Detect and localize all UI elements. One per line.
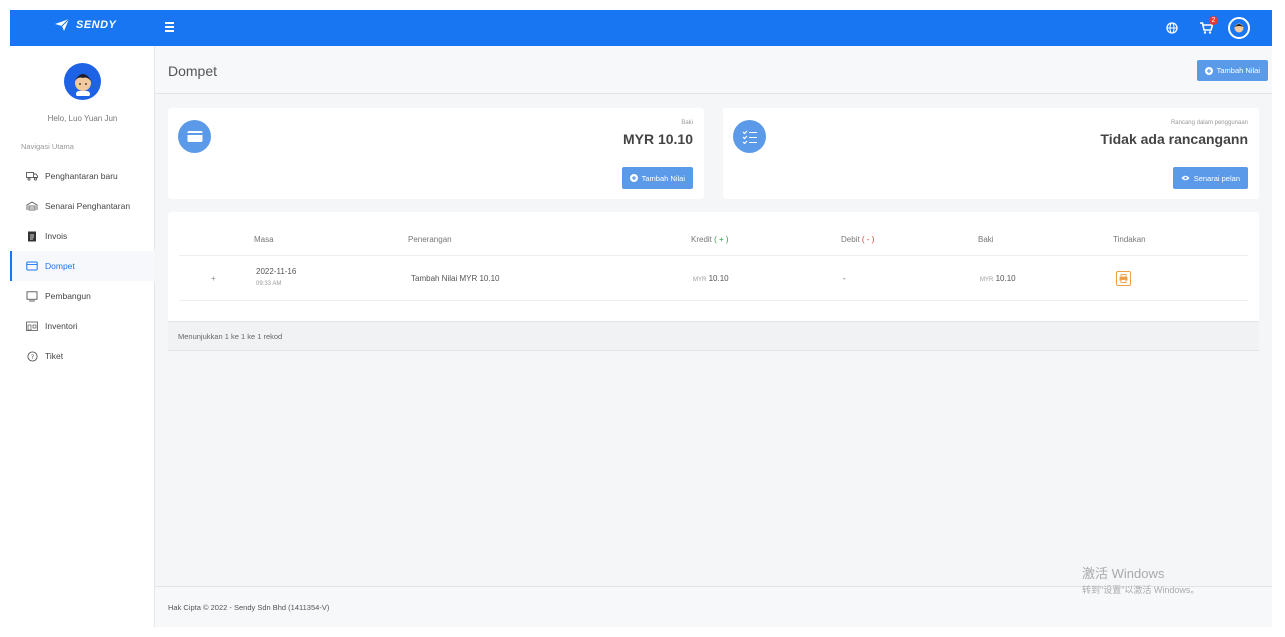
plan-value: Tidak ada rancangann xyxy=(1100,131,1248,147)
eye-icon xyxy=(1181,174,1190,183)
print-button[interactable] xyxy=(1116,271,1131,286)
warehouse-icon xyxy=(26,200,38,212)
plan-label: Rancang dalam penggunaan xyxy=(1170,120,1248,126)
user-avatar-menu[interactable] xyxy=(1228,17,1250,39)
menu-toggle-icon[interactable] xyxy=(165,20,179,34)
plus-circle-icon xyxy=(1204,66,1213,75)
sidebar: Helo, Luo Yuan Jun Navigasi Utama Pengha… xyxy=(10,46,155,627)
paper-plane-icon xyxy=(55,18,70,31)
row-date: 2022-11-16 xyxy=(256,267,297,276)
row-credit: MYR 10.10 xyxy=(693,274,729,283)
table-header-row: Masa Penerangan Kredit ( + ) Debit ( - )… xyxy=(179,223,1248,256)
sidebar-item-label: Senarai Penghantaran xyxy=(45,201,131,211)
debit-sign: ( - ) xyxy=(861,235,875,244)
wallet-icon xyxy=(26,260,38,272)
table-footer: Menunjukkan 1 ke 1 ke 1 rekod xyxy=(168,321,1259,351)
sidebar-item-dompet[interactable]: Dompet xyxy=(10,251,155,281)
plus-circle-icon xyxy=(629,174,638,182)
header-button-label: Tambah Nilai xyxy=(1216,66,1260,75)
plan-card: Rancang dalam penggunaan Tidak ada ranca… xyxy=(723,108,1259,199)
sidebar-item-label: Pembangun xyxy=(45,291,91,301)
debit-label: Debit xyxy=(841,235,860,244)
invoice-icon xyxy=(26,230,38,242)
column-header-masa[interactable]: Masa xyxy=(254,235,274,244)
language-globe-icon[interactable] xyxy=(1160,16,1184,40)
column-header-penerangan[interactable]: Penerangan xyxy=(408,235,452,244)
sidebar-item-pembangun[interactable]: Pembangun xyxy=(10,281,155,311)
credit-currency: MYR xyxy=(693,277,707,283)
sidebar-item-label: Invois xyxy=(45,231,68,241)
cart-icon[interactable]: 2 xyxy=(1194,16,1218,40)
credit-amount: 10.10 xyxy=(708,274,729,283)
row-time: 09:33 AM xyxy=(256,281,282,287)
page-title: Dompet xyxy=(168,63,218,79)
kredit-label: Kredit xyxy=(691,235,712,244)
wallet-card-icon xyxy=(178,120,211,153)
row-balance: MYR 10.10 xyxy=(980,274,1016,283)
expand-row-button[interactable]: + xyxy=(211,274,216,283)
inventory-icon xyxy=(26,320,38,332)
plan-list-button[interactable]: Senarai pelan xyxy=(1172,167,1248,189)
plan-list-label: Senarai pelan xyxy=(1193,173,1240,183)
column-header-tindakan: Tindakan xyxy=(1113,235,1146,244)
balance-amount: 10.10 xyxy=(995,274,1016,283)
print-icon xyxy=(1119,274,1128,283)
balance-currency: MYR xyxy=(980,277,994,283)
sidebar-item-invois[interactable]: Invois xyxy=(10,221,155,251)
column-header-kredit[interactable]: Kredit ( + ) xyxy=(691,235,729,244)
sidebar-item-penghantaran-baru[interactable]: Penghantaran baru xyxy=(10,161,155,191)
profile-avatar[interactable] xyxy=(64,63,101,100)
sidebar-item-label: Tiket xyxy=(45,351,64,361)
page-header: Dompet Tambah Nilai xyxy=(155,46,1272,94)
truck-icon xyxy=(26,170,38,182)
sidebar-item-label: Inventori xyxy=(45,321,78,331)
column-header-debit[interactable]: Debit ( - ) xyxy=(841,235,874,244)
add-value-button[interactable]: Tambah Nilai xyxy=(621,167,693,189)
sidebar-item-label: Dompet xyxy=(45,261,75,271)
header-add-value-button[interactable]: Tambah Nilai xyxy=(1196,60,1268,81)
greeting-text: Helo, Luo Yuan Jun xyxy=(47,114,118,123)
balance-label: Baki xyxy=(681,120,693,126)
watermark-subtitle: 转到"设置"以激活 Windows。 xyxy=(1082,585,1200,595)
add-value-label: Tambah Nilai xyxy=(641,173,685,183)
svg-text:?: ? xyxy=(30,353,33,361)
cart-count-badge: 2 xyxy=(1209,16,1218,25)
monitor-icon xyxy=(26,290,38,302)
column-header-baki[interactable]: Baki xyxy=(978,235,994,244)
sidebar-item-tiket[interactable]: ? Tiket xyxy=(10,341,155,371)
copyright-text: Hak Cipta © 2022 - Sendy Sdn Bhd (141135… xyxy=(168,603,330,612)
row-debit: - xyxy=(843,274,846,283)
nav-section-title: Navigasi Utama xyxy=(21,142,74,151)
sendy-logo[interactable]: SENDY xyxy=(54,18,116,32)
sidebar-nav: Penghantaran baru Senarai Penghantaran I… xyxy=(10,161,155,371)
checklist-icon xyxy=(733,120,766,153)
top-navbar: SENDY 2 xyxy=(10,10,1272,46)
balance-value: MYR 10.10 xyxy=(622,131,693,147)
kredit-sign: ( + ) xyxy=(714,235,729,244)
sidebar-item-inventori[interactable]: Inventori xyxy=(10,311,155,341)
windows-activation-watermark: 激活 Windows 转到"设置"以激活 Windows。 xyxy=(1082,563,1199,596)
sidebar-item-senarai-penghantaran[interactable]: Senarai Penghantaran xyxy=(10,191,155,221)
sidebar-item-label: Penghantaran baru xyxy=(45,171,118,181)
help-circle-icon: ? xyxy=(26,350,38,362)
record-count-text: Menunjukkan 1 ke 1 ke 1 rekod xyxy=(178,332,283,341)
table-row: + 2022-11-16 09:33 AM Tambah Nilai MYR 1… xyxy=(179,256,1248,301)
watermark-title: 激活 Windows xyxy=(1082,566,1165,581)
brand-name: SENDY xyxy=(76,19,117,31)
balance-card: Baki MYR 10.10 Tambah Nilai xyxy=(168,108,704,199)
app-frame: SENDY 2 Helo, Luo Yuan Jun Navigasi Utam… xyxy=(10,10,1272,627)
row-description: Tambah Nilai MYR 10.10 xyxy=(411,274,500,283)
